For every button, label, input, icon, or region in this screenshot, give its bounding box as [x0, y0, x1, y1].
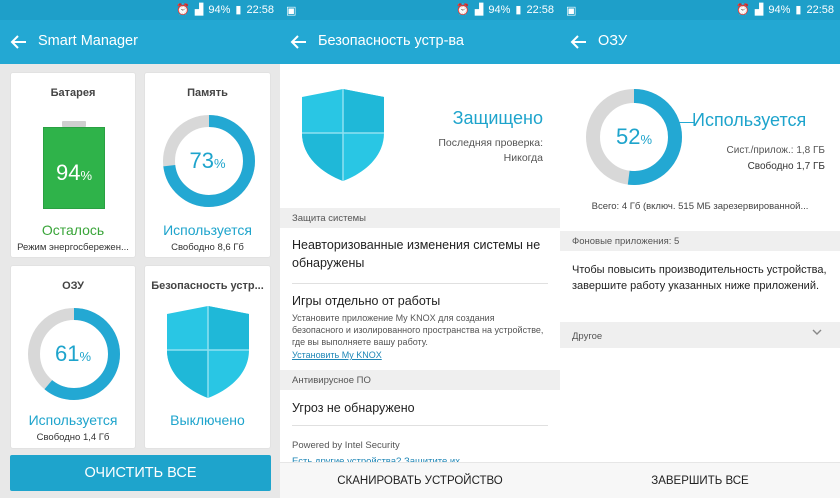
signal-icon: ▟	[194, 4, 204, 16]
memory-percent: 73%	[145, 148, 270, 174]
battery-card[interactable]: Батарея 94% Осталось Режим энергосбереже…	[10, 72, 136, 258]
memory-percent-value: 73	[189, 148, 214, 173]
divider	[292, 283, 548, 284]
back-arrow-icon[interactable]	[10, 33, 28, 51]
finish-all-button[interactable]: ЗАВЕРШИТЬ ВСЕ	[560, 462, 840, 498]
section-other-label: Другое	[572, 331, 603, 342]
ram-usage-percent-unit: %	[640, 132, 653, 147]
screens: ⏰ ▟ 94% ▮ 22:58 Smart Manager Батарея 94…	[0, 0, 840, 498]
memory-status: Используется	[163, 222, 252, 238]
clean-all-button[interactable]: ОЧИСТИТЬ ВСЕ	[10, 455, 271, 491]
ram-screen: ▣ ⏰ ▟ 94% ▮ 22:58 ОЗУ 52% Используется С…	[560, 0, 840, 498]
knox-description: Установите приложение My KNOX для создан…	[292, 313, 544, 347]
battery-icon: ▮	[795, 4, 802, 16]
memory-card-title: Память	[187, 87, 228, 99]
status-bar: ▣ ⏰ ▟ 94% ▮ 22:58	[280, 0, 560, 20]
battery-icon: ▮	[515, 4, 522, 16]
unauthorized-changes-text: Неавторизованные изменения системы не об…	[292, 238, 541, 270]
ram-total: Всего: 4 Гб (включ. 515 МБ зарезервирова…	[591, 201, 809, 212]
security-status: Выключено	[170, 412, 245, 428]
clock: 22:58	[526, 3, 554, 16]
security-card-title: Безопасность устр...	[151, 280, 264, 292]
memory-card[interactable]: Память 73% Используется Свободно 8,6 Гб	[144, 72, 271, 258]
ram-percent: 61%	[11, 341, 135, 367]
ram-usage-status: Используется	[692, 110, 807, 130]
section-other[interactable]: Другое	[560, 322, 840, 348]
last-check-value: Никогда	[503, 152, 543, 164]
leader-line	[670, 122, 694, 123]
scan-device-button[interactable]: СКАНИРОВАТЬ УСТРОЙСТВО	[280, 462, 560, 498]
section-antivirus: Антивирусное ПО	[280, 370, 560, 390]
shield-icon	[302, 89, 384, 181]
device-security-screen: ▣ ⏰ ▟ 94% ▮ 22:58 Безопасность устр-ва З…	[280, 0, 560, 498]
smart-manager-screen: ⏰ ▟ 94% ▮ 22:58 Smart Manager Батарея 94…	[0, 0, 280, 498]
list-item-threats[interactable]: Угроз не обнаружено	[292, 399, 548, 417]
ram-card[interactable]: ОЗУ 61% Используется Свободно 1,4 Гб	[10, 265, 136, 449]
threats-text: Угроз не обнаружено	[292, 401, 415, 415]
back-arrow-icon[interactable]	[570, 33, 588, 51]
battery-icon: ▮	[235, 4, 242, 16]
battery-percent-value: 94	[55, 160, 81, 185]
system-apps-usage: Сист./прилож.: 1,8 ГБ	[726, 145, 825, 156]
back-arrow-icon[interactable]	[290, 33, 308, 51]
battery-level: 94%	[208, 3, 231, 16]
section-background-apps: Фоновые приложения: 5	[560, 231, 840, 251]
install-knox-link[interactable]: Установить My KNOX	[292, 350, 548, 360]
gallery-notification-icon: ▣	[566, 5, 577, 17]
status-bar: ▣ ⏰ ▟ 94% ▮ 22:58	[560, 0, 840, 20]
background-apps-description: Чтобы повысить производительность устрой…	[572, 264, 827, 292]
signal-icon: ▟	[474, 4, 484, 16]
last-check-label: Последняя проверка:	[438, 137, 543, 149]
clock: 22:58	[246, 3, 274, 16]
security-card[interactable]: Безопасность устр... Выключено	[144, 265, 271, 449]
ram-free: Свободно 1,7 ГБ	[747, 161, 825, 172]
battery-body: 94%	[43, 127, 105, 209]
security-status: Защищено	[452, 108, 543, 128]
battery-percent-unit: %	[80, 168, 93, 183]
ram-sub: Свободно 1,4 Гб	[36, 432, 110, 443]
status-icons: ⏰ ▟ 94% ▮ 22:58	[736, 3, 834, 17]
shield-icon	[167, 306, 249, 398]
app-title: Smart Manager	[38, 33, 138, 49]
app-bar: ОЗУ	[560, 20, 840, 64]
app-bar: Безопасность устр-ва	[280, 20, 560, 64]
ram-usage-percent-value: 52	[615, 124, 641, 149]
alarm-icon: ⏰	[176, 4, 190, 16]
battery-card-title: Батарея	[50, 87, 96, 99]
status-bar: ⏰ ▟ 94% ▮ 22:58	[0, 0, 280, 20]
alarm-icon: ⏰	[736, 4, 750, 16]
signal-icon: ▟	[754, 4, 764, 16]
battery-level: 94%	[488, 3, 511, 16]
ram-percent-value: 61	[54, 341, 80, 366]
battery-percent: 94%	[44, 160, 104, 186]
status-icons: ⏰ ▟ 94% ▮ 22:58	[456, 3, 554, 17]
clock: 22:58	[806, 3, 834, 16]
gallery-notification-icon: ▣	[286, 5, 297, 17]
ram-status: Используется	[28, 412, 118, 428]
memory-percent-unit: %	[213, 156, 226, 171]
app-title: ОЗУ	[598, 33, 628, 49]
security-summary: Защищено Последняя проверка: Никогда	[280, 64, 560, 207]
chevron-down-icon	[812, 329, 822, 335]
list-item-unauthorized-changes[interactable]: Неавторизованные изменения системы не об…	[292, 236, 548, 272]
battery-gauge-icon: 94%	[43, 121, 105, 209]
powered-by-text: Powered by Intel Security	[292, 440, 400, 451]
divider	[292, 425, 548, 426]
memory-sub: Свободно 8,6 Гб	[171, 242, 244, 253]
app-bar: Smart Manager	[0, 20, 280, 64]
ram-usage-percent: 52%	[582, 124, 686, 150]
app-title: Безопасность устр-ва	[318, 33, 464, 49]
alarm-icon: ⏰	[456, 4, 470, 16]
section-system-protection: Защита системы	[280, 208, 560, 228]
list-item-knox[interactable]: Игры отдельно от работы Установите прило…	[292, 292, 548, 360]
ram-card-title: ОЗУ	[62, 280, 84, 292]
battery-sub: Режим энергосбережен...	[17, 242, 129, 253]
status-icons: ⏰ ▟ 94% ▮ 22:58	[176, 3, 274, 17]
ram-percent-unit: %	[79, 349, 92, 364]
battery-level: 94%	[768, 3, 791, 16]
battery-status: Осталось	[41, 222, 105, 238]
knox-title: Игры отдельно от работы	[292, 294, 441, 308]
